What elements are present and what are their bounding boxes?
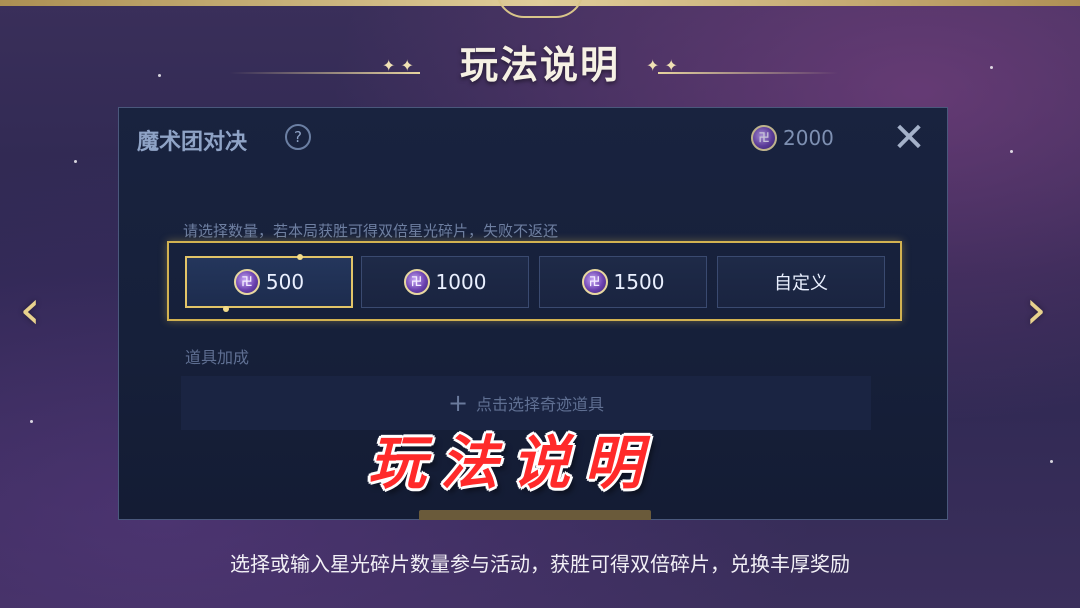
overlay-title: 玩法说明 [368,429,657,497]
title-deco-line-right [658,72,838,74]
amount-option-label: 500 [265,270,305,294]
top-medallion-ornament [496,0,584,18]
chevron-right-icon[interactable]: › [1016,280,1056,340]
help-icon[interactable]: ? [279,118,317,156]
star-fragment-coin-icon: 卍 [233,269,260,295]
panel-title: 魔术团对决 [137,130,248,155]
star-fragment-coin-icon: 卍 [403,269,430,295]
selection-hint: 请选择数量，若本局获胜可得双倍星光碎片，失败不返还 [183,222,559,240]
background-star [30,420,33,423]
amount-selector: 卍 500 卍 1000 卍 1500 自定义 [167,241,902,321]
page-title: 玩法说明 [459,43,620,87]
background-star [1050,460,1053,463]
star-fragment-coin-icon: 卍 [581,269,608,295]
selected-corner-dot [297,254,303,260]
plus-icon: + [447,389,469,417]
amount-option-1500[interactable]: 卍 1500 [539,256,707,308]
close-icon[interactable]: ✕ [889,118,929,158]
amount-option-500[interactable]: 卍 500 [185,254,353,312]
chevron-left-icon[interactable]: ‹ [10,280,50,340]
background-star [1010,150,1013,153]
currency-amount: 2000 [783,125,834,150]
background-star [74,160,77,163]
amount-option-custom[interactable]: 自定义 [717,256,885,308]
caption: 选择或输入星光碎片数量参与活动，获胜可得双倍碎片，兑换丰厚奖励 [230,552,850,576]
boost-label: 道具加成 [185,348,250,367]
header: ✦ ✦ 玩法说明 ✦ ✦ [0,28,1080,92]
star-fragment-coin-icon: 卍 [751,124,777,151]
select-item-label: 点击选择奇迹道具 [476,395,605,414]
amount-option-label: 1000 [435,270,487,294]
panel-bottom-tab [419,510,651,520]
amount-option-1000[interactable]: 卍 1000 [361,256,529,308]
selected-corner-dot [223,306,229,312]
currency-balance: 卍 2000 [751,124,834,152]
amount-option-label: 1500 [613,270,665,294]
amount-option-label: 自定义 [774,273,828,294]
